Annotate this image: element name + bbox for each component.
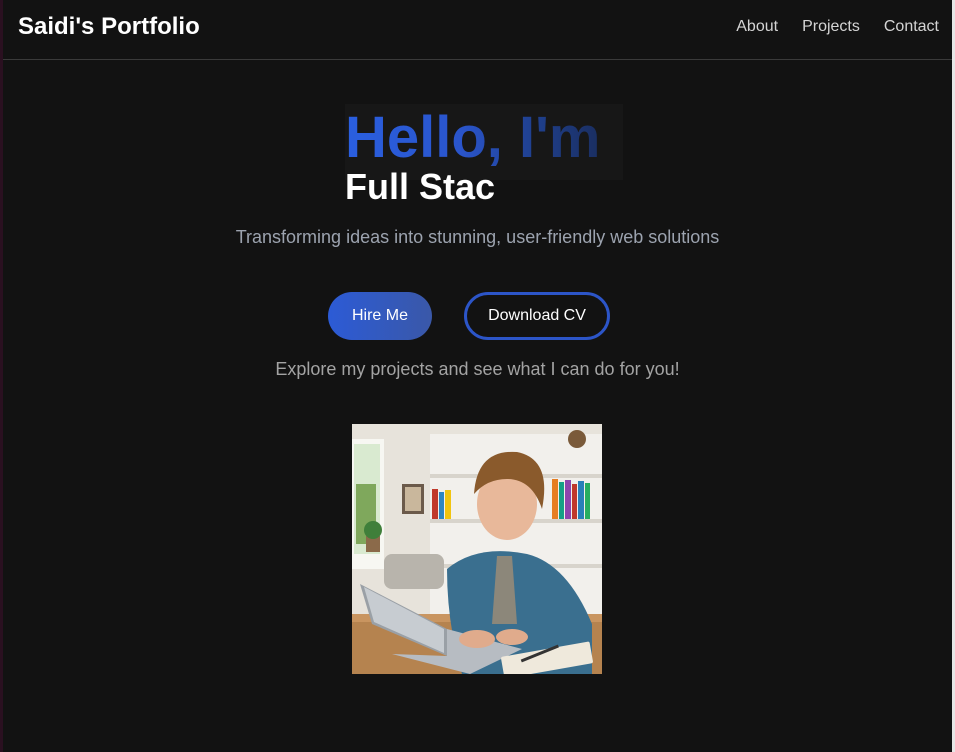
hero-role-typing: Full Stac [345, 166, 496, 207]
nav-link-projects[interactable]: Projects [802, 18, 860, 36]
hire-me-button[interactable]: Hire Me [328, 292, 432, 340]
navbar: Saidi's Portfolio About Projects Contact [3, 0, 952, 60]
nav-link-contact[interactable]: Contact [884, 18, 939, 36]
hero-tagline: Transforming ideas into stunning, user-f… [235, 227, 720, 247]
download-cv-button[interactable]: Download CV [464, 292, 610, 340]
profile-illustration [352, 424, 602, 674]
profile-image [352, 424, 602, 674]
nav-link-about[interactable]: About [736, 18, 778, 36]
nav-links: About Projects Contact [736, 18, 939, 36]
page: Saidi's Portfolio About Projects Contact… [0, 0, 955, 752]
brand-logo[interactable]: Saidi's Portfolio [18, 13, 200, 41]
explore-text: Explore my projects and see what I can d… [275, 359, 680, 379]
hero-greeting: Hello, I'm [345, 105, 601, 170]
